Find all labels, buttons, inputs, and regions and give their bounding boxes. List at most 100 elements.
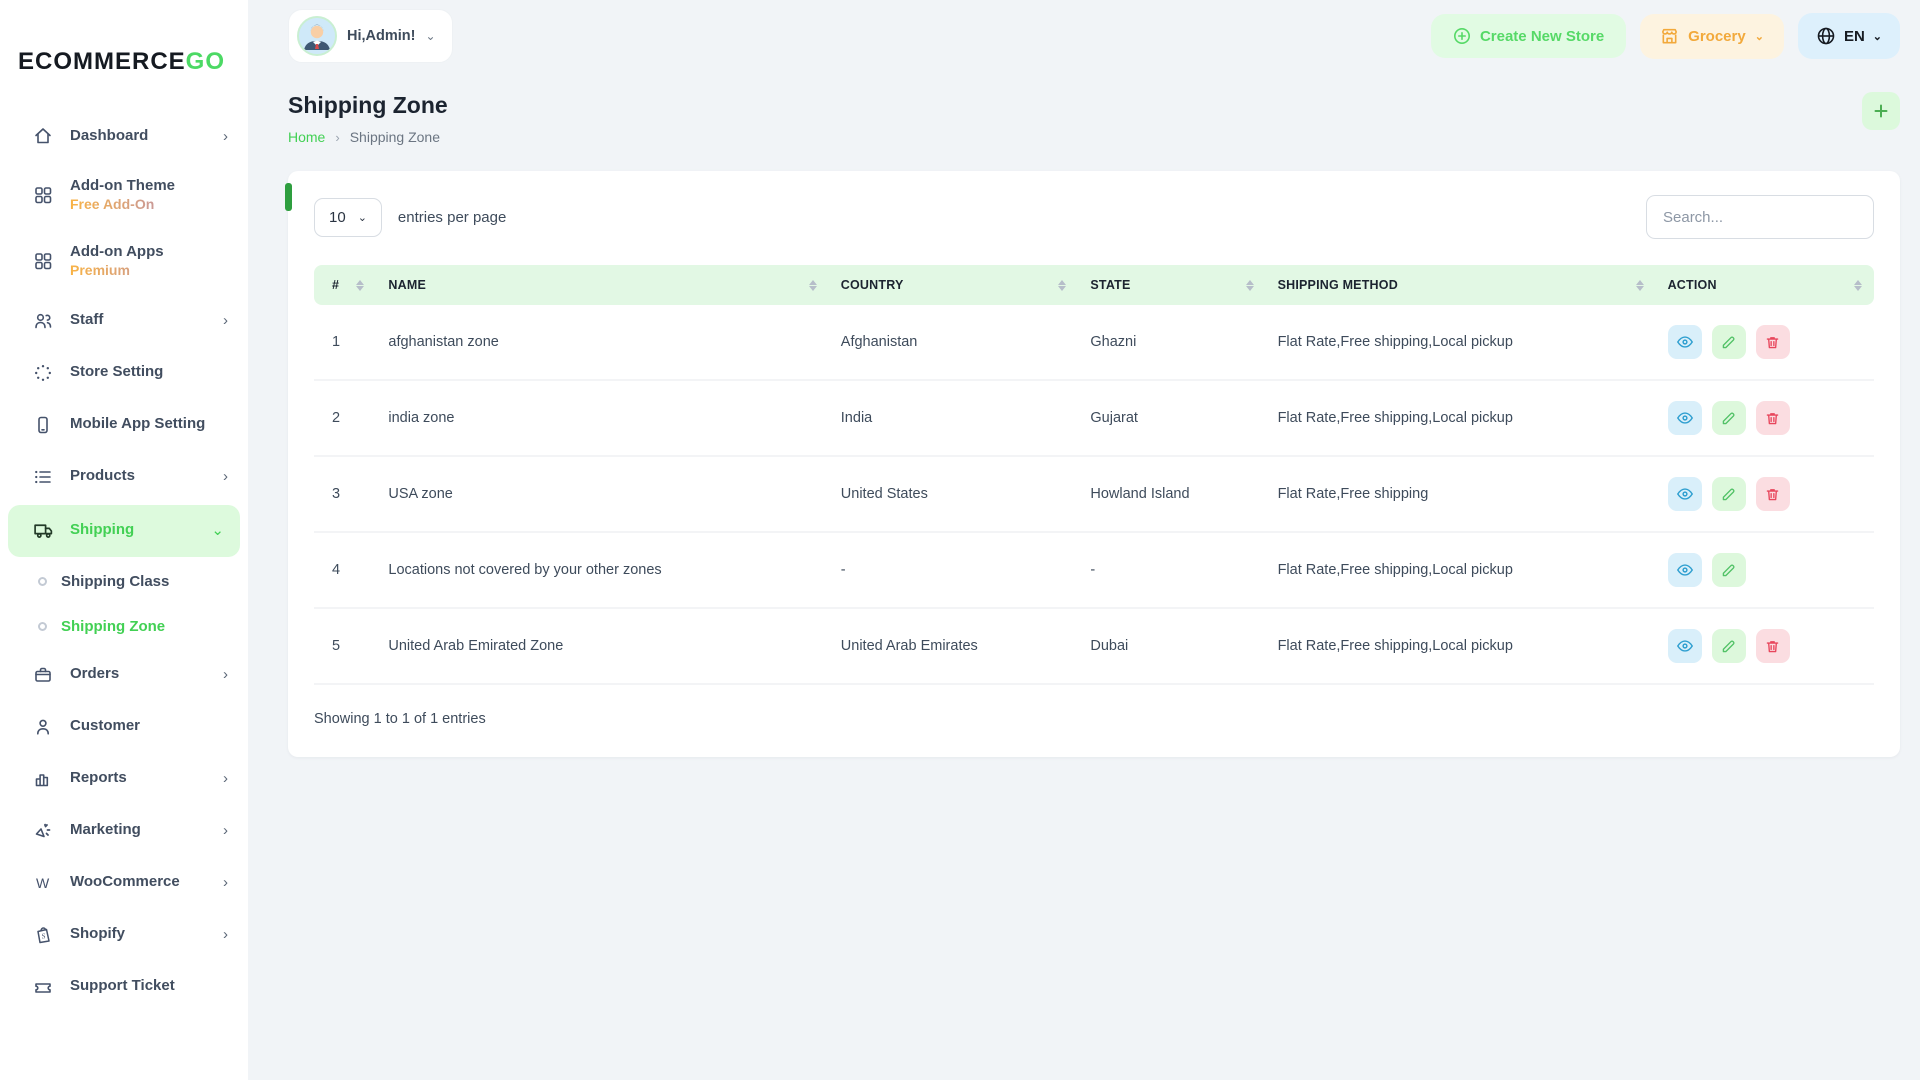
trash-icon [1764, 486, 1781, 503]
edit-button[interactable] [1712, 629, 1746, 663]
cell-state: Ghazni [1078, 305, 1265, 380]
pencil-icon [1720, 638, 1737, 655]
breadcrumb-current: Shipping Zone [350, 129, 440, 145]
sidebar-item-label: WooCommerce [70, 873, 207, 892]
sidebar-item-shipping-class[interactable]: Shipping Class [0, 559, 248, 604]
eye-icon [1676, 561, 1694, 579]
sidebar-item-reports[interactable]: Reports › [0, 753, 248, 805]
shopify-bag-icon: S [32, 924, 54, 946]
sort-icon[interactable] [799, 280, 817, 291]
column-header-state: STATE [1090, 278, 1130, 292]
sidebar-item-orders[interactable]: Orders › [0, 649, 248, 701]
page-title: Shipping Zone [288, 92, 448, 119]
cell-state: - [1078, 532, 1265, 608]
sidebar-item-shipping-zone[interactable]: Shipping Zone [0, 604, 248, 649]
cell-state: Gujarat [1078, 380, 1265, 456]
store-selector-button[interactable]: Grocery ⌄ [1640, 14, 1784, 59]
storefront-icon [1660, 27, 1679, 46]
sidebar-item-mobile-app-setting[interactable]: Mobile App Setting [0, 399, 248, 451]
sidebar-item-woocommerce[interactable]: W WooCommerce › [0, 857, 248, 909]
woocommerce-icon: W [32, 872, 54, 894]
column-header-num: # [332, 278, 339, 292]
circle-plus-icon [1453, 27, 1471, 45]
chevron-down-icon: ⌄ [425, 29, 435, 43]
sidebar-item-dashboard[interactable]: Dashboard › [0, 110, 248, 162]
trash-icon [1764, 334, 1781, 351]
edit-button[interactable] [1712, 401, 1746, 435]
sidebar-item-addon-theme[interactable]: Add-on Theme Free Add-On [0, 162, 248, 228]
breadcrumb-separator-icon: › [335, 130, 339, 145]
sidebar-item-store-setting[interactable]: Store Setting [0, 347, 248, 399]
cell-country: - [829, 532, 1079, 608]
app-logo[interactable]: ECOMMERCEGO [0, 20, 248, 110]
sidebar-item-shipping[interactable]: Shipping ⌄ [8, 505, 240, 557]
cell-state: Dubai [1078, 608, 1265, 684]
view-button[interactable] [1668, 477, 1702, 511]
sidebar-item-label: Orders [70, 665, 207, 684]
person-icon [32, 716, 54, 738]
delete-button[interactable] [1756, 325, 1790, 359]
create-new-store-button[interactable]: Create New Store [1431, 14, 1626, 58]
cell-num: 1 [314, 305, 376, 380]
pencil-icon [1720, 334, 1737, 351]
sort-icon[interactable] [1048, 280, 1066, 291]
table-row: 4 Locations not covered by your other zo… [314, 532, 1874, 608]
entries-per-page-select[interactable]: 10 ⌄ [314, 198, 382, 237]
chevron-down-icon: ⌄ [358, 211, 367, 224]
cell-name: afghanistan zone [376, 305, 828, 380]
view-button[interactable] [1668, 325, 1702, 359]
cell-country: United Arab Emirates [829, 608, 1079, 684]
sort-icon[interactable] [346, 280, 364, 291]
sort-icon[interactable] [1236, 280, 1254, 291]
user-menu[interactable]: Hi,Admin! ⌄ [288, 9, 453, 63]
shipping-zone-card: 10 ⌄ entries per page # NAME COUNTRY STA… [288, 171, 1900, 757]
view-button[interactable] [1668, 629, 1702, 663]
edit-button[interactable] [1712, 477, 1746, 511]
bullet-icon [38, 622, 47, 631]
search-input[interactable] [1646, 195, 1874, 239]
sidebar-item-label: Shipping [70, 521, 195, 540]
cell-name: Locations not covered by your other zone… [376, 532, 828, 608]
sidebar: ECOMMERCEGO Dashboard › Add-on Theme Fre… [0, 0, 248, 1080]
sidebar-item-customer[interactable]: Customer [0, 701, 248, 753]
add-shipping-zone-button[interactable] [1862, 92, 1900, 130]
sidebar-item-marketing[interactable]: Marketing › [0, 805, 248, 857]
store-selector-label: Grocery [1688, 28, 1746, 45]
sort-icon[interactable] [1844, 280, 1862, 291]
edit-button[interactable] [1712, 325, 1746, 359]
sidebar-item-staff[interactable]: Staff › [0, 295, 248, 347]
delete-button[interactable] [1756, 401, 1790, 435]
eye-icon [1676, 637, 1694, 655]
bullet-icon [38, 577, 47, 586]
column-header-shipping-method: SHIPPING METHOD [1278, 278, 1398, 292]
delete-button[interactable] [1756, 629, 1790, 663]
table-header: # NAME COUNTRY STATE SHIPPING METHOD ACT… [314, 265, 1874, 305]
edit-button[interactable] [1712, 553, 1746, 587]
table-row: 2 india zone India Gujarat Flat Rate,Fre… [314, 380, 1874, 456]
language-selector-button[interactable]: EN ⌄ [1798, 13, 1900, 59]
entries-per-page-value: 10 [329, 209, 346, 226]
sidebar-item-label: Store Setting [70, 363, 228, 382]
breadcrumb-home-link[interactable]: Home [288, 129, 325, 145]
sidebar-item-label: Add-on Theme Free Add-On [70, 177, 228, 213]
user-greeting: Hi,Admin! [347, 28, 415, 44]
row-actions [1668, 629, 1862, 663]
view-button[interactable] [1668, 553, 1702, 587]
view-button[interactable] [1668, 401, 1702, 435]
sort-icon[interactable] [1626, 280, 1644, 291]
sidebar-item-support-ticket[interactable]: Support Ticket [0, 961, 248, 1013]
delete-button[interactable] [1756, 477, 1790, 511]
row-actions [1668, 401, 1862, 435]
svg-text:S: S [42, 932, 46, 940]
entries-per-page-label: entries per page [398, 209, 506, 226]
chevron-right-icon: › [223, 667, 228, 682]
table-row: 1 afghanistan zone Afghanistan Ghazni Fl… [314, 305, 1874, 380]
sidebar-item-products[interactable]: Products › [0, 451, 248, 503]
staff-icon [32, 310, 54, 332]
sidebar-item-label: Products [70, 467, 207, 486]
sidebar-item-addon-apps[interactable]: Add-on Apps Premium [0, 228, 248, 294]
ticket-icon [32, 976, 54, 998]
sidebar-item-shopify[interactable]: S Shopify › [0, 909, 248, 961]
language-selector-label: EN [1844, 28, 1865, 45]
sidebar-item-label: Reports [70, 769, 207, 788]
